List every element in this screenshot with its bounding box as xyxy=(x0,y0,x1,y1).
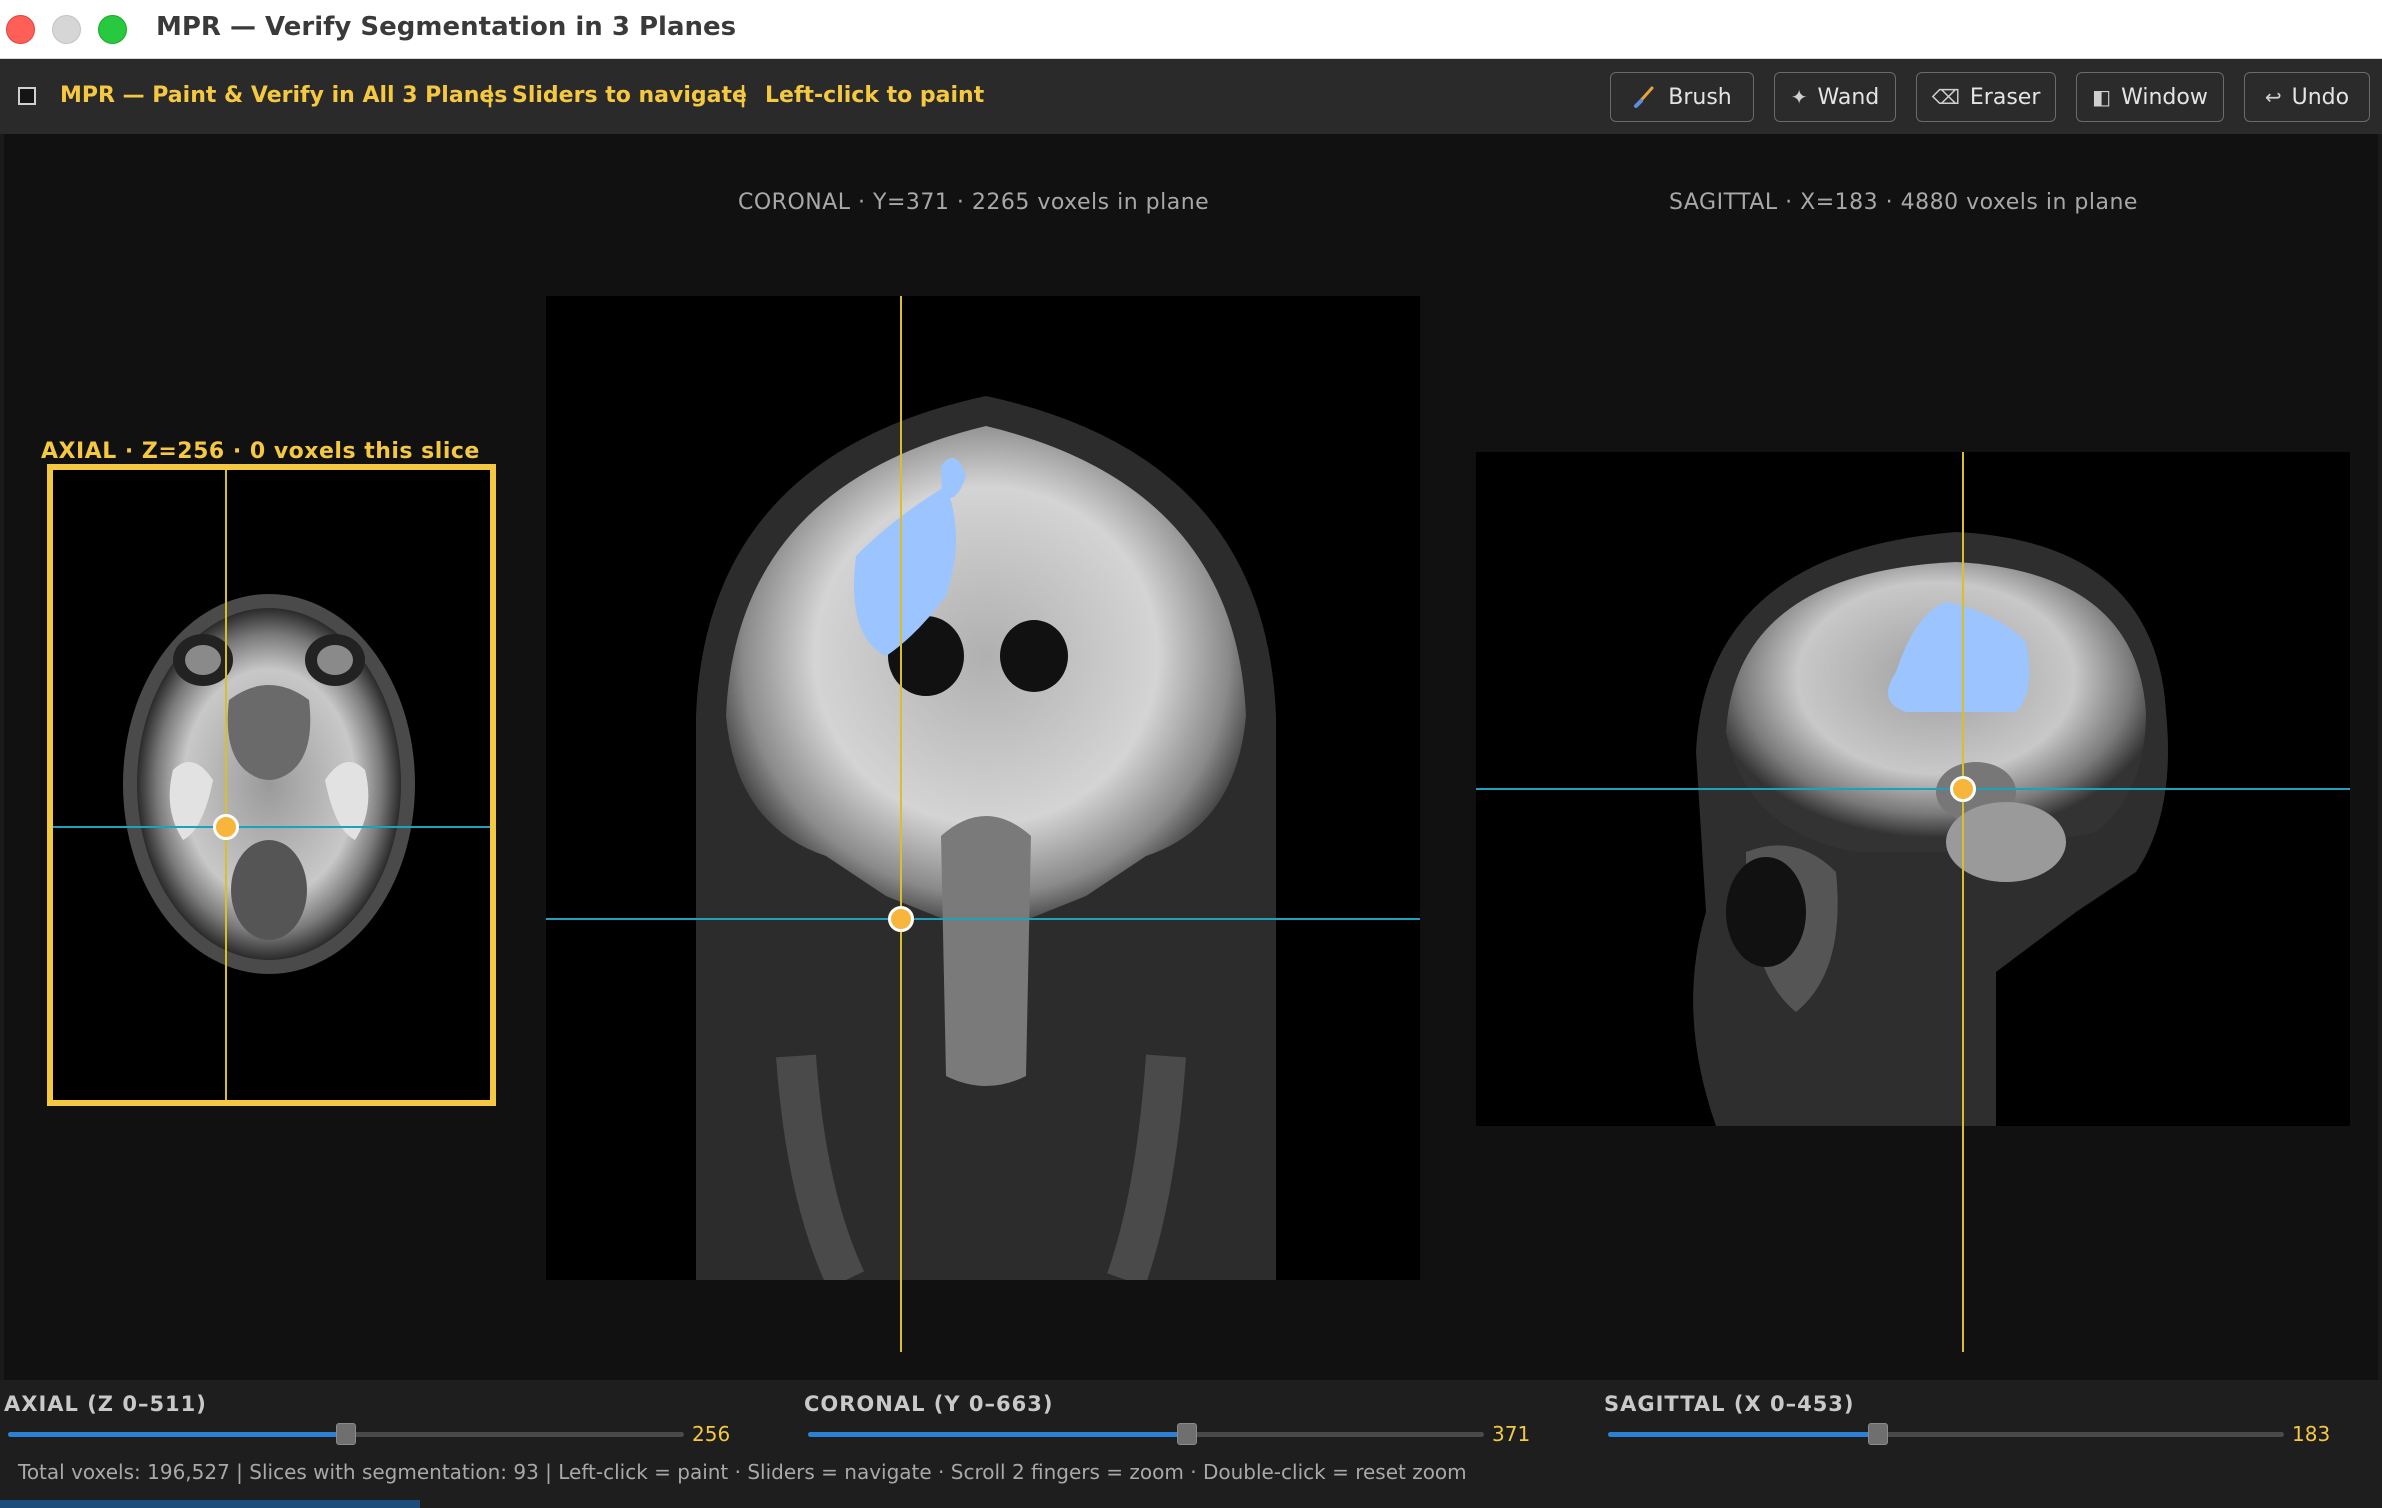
close-window-button[interactable] xyxy=(6,15,35,44)
coronal-crosshair-handle[interactable] xyxy=(888,906,914,932)
title-bar: MPR — Verify Segmentation in 3 Planes xyxy=(0,0,2382,59)
sagittal-horizontal-crosshair[interactable] xyxy=(1476,788,2350,790)
toolbar-separator: | xyxy=(486,83,495,108)
coronal-vertical-crosshair-extension xyxy=(900,1280,902,1352)
background-window-strip xyxy=(0,1500,420,1508)
axial-vertical-crosshair[interactable] xyxy=(225,470,227,1100)
window-icon: ◧ xyxy=(2092,85,2112,109)
axial-slice-image xyxy=(123,594,415,974)
axial-slider-label: AXIAL (Z 0–511) xyxy=(4,1392,207,1416)
sagittal-view-label: SAGITTAL · X=183 · 4880 voxels in plane xyxy=(1669,190,2138,215)
toolbar-hint-navigate: Sliders to navigate xyxy=(512,83,747,108)
window-button-label: Window xyxy=(2121,84,2208,110)
status-bar: Total voxels: 196,527 | Slices with segm… xyxy=(18,1460,1467,1484)
sagittal-slider-label: SAGITTAL (X 0–453) xyxy=(1604,1392,1855,1416)
sagittal-slider-thumb[interactable] xyxy=(1868,1423,1889,1445)
app-icon xyxy=(18,87,36,105)
sagittal-vertical-crosshair-extension xyxy=(1962,1126,1964,1352)
coronal-slider-thumb[interactable] xyxy=(1176,1423,1197,1445)
mpr-viewport: AXIAL · Z=256 · 0 voxels this slice CORO… xyxy=(4,134,2378,1380)
wand-icon: ✦ xyxy=(1790,85,1808,109)
sagittal-view[interactable] xyxy=(1476,452,2350,1126)
wand-button-label: Wand xyxy=(1817,84,1880,110)
coronal-vertical-crosshair[interactable] xyxy=(900,296,902,1280)
undo-button-label: Undo xyxy=(2291,84,2350,110)
eraser-button[interactable]: ⌫ Eraser xyxy=(1916,72,2056,122)
brush-icon xyxy=(1634,86,1654,108)
maximize-window-button[interactable] xyxy=(98,15,127,44)
axial-slider[interactable] xyxy=(8,1423,684,1445)
brush-button-label: Brush xyxy=(1668,84,1732,110)
window-title: MPR — Verify Segmentation in 3 Planes xyxy=(156,12,737,42)
coronal-horizontal-crosshair[interactable] xyxy=(546,918,1420,920)
toolbar: MPR — Paint & Verify in All 3 Planes | S… xyxy=(0,59,2382,134)
toolbar-title: MPR — Paint & Verify in All 3 Planes xyxy=(60,83,508,108)
undo-icon: ↩ xyxy=(2264,85,2282,109)
coronal-slice-image xyxy=(696,396,1276,1280)
window-level-button[interactable]: ◧ Window xyxy=(2076,72,2224,122)
coronal-view[interactable] xyxy=(546,296,1420,1280)
coronal-view-label: CORONAL · Y=371 · 2265 voxels in plane xyxy=(738,190,1210,215)
sagittal-slider[interactable] xyxy=(1608,1423,2284,1445)
toolbar-hint-paint: Left-click to paint xyxy=(765,83,985,108)
brush-button[interactable]: Brush xyxy=(1610,72,1754,122)
axial-slider-thumb[interactable] xyxy=(336,1423,356,1445)
sagittal-crosshair-handle[interactable] xyxy=(1950,776,1976,802)
axial-view[interactable] xyxy=(53,470,490,1100)
sagittal-slider-fill xyxy=(1608,1432,1879,1437)
wand-button[interactable]: ✦ Wand xyxy=(1774,72,1896,122)
sagittal-slider-value: 183 xyxy=(2292,1422,2331,1446)
undo-button[interactable]: ↩ Undo xyxy=(2244,72,2370,122)
axial-slider-fill xyxy=(8,1432,346,1437)
axial-slider-value: 256 xyxy=(692,1422,731,1446)
axial-view-label: AXIAL · Z=256 · 0 voxels this slice xyxy=(41,439,480,464)
coronal-slider-value: 371 xyxy=(1492,1422,1531,1446)
slider-panel: AXIAL (Z 0–511) 256 CORONAL (Y 0–663) 37… xyxy=(0,1380,2382,1508)
eraser-button-label: Eraser xyxy=(1969,84,2041,110)
coronal-slider[interactable] xyxy=(808,1423,1484,1445)
eraser-icon: ⌫ xyxy=(1931,85,1960,109)
toolbar-separator: | xyxy=(739,83,748,108)
axial-crosshair-handle[interactable] xyxy=(213,814,239,840)
axial-horizontal-crosshair[interactable] xyxy=(53,826,490,828)
minimize-window-button[interactable] xyxy=(52,15,81,44)
coronal-slider-label: CORONAL (Y 0–663) xyxy=(804,1392,1054,1416)
coronal-slider-fill xyxy=(808,1432,1187,1437)
